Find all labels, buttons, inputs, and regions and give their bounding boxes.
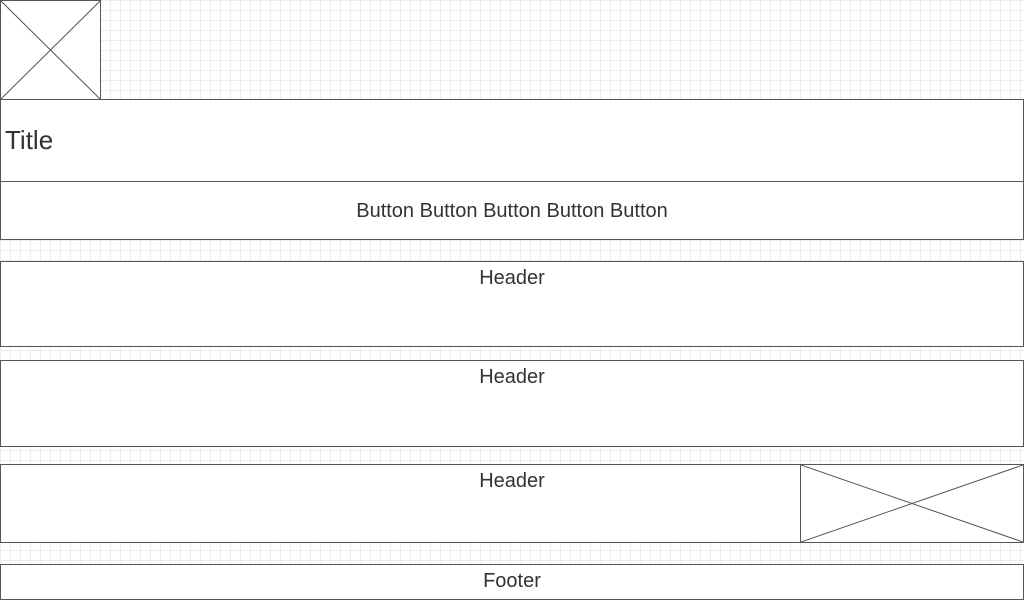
section-header-2: Header [479, 366, 545, 388]
content-section-2: Header [0, 360, 1024, 447]
wireframe-canvas: { "title": "Title", "nav": { "buttons": … [0, 0, 1024, 600]
nav-button-3[interactable]: Button [483, 199, 541, 223]
footer-label: Footer [483, 570, 541, 592]
nav-button-2[interactable]: Button [420, 199, 478, 223]
nav-bar: Button Button Button Button Button [0, 181, 1024, 240]
nav-button-4[interactable]: Button [547, 199, 605, 223]
section-3-image-placeholder-icon [800, 464, 1024, 543]
footer: Footer [0, 564, 1024, 600]
nav-button-group: Button Button Button Button Button [1, 199, 1023, 223]
nav-button-5[interactable]: Button [610, 199, 668, 223]
image-placeholder-icon [1, 1, 100, 99]
nav-button-1[interactable]: Button [356, 199, 414, 223]
section-header-1: Header [479, 267, 545, 289]
page-title: Title [5, 125, 54, 155]
image-placeholder-icon [801, 465, 1023, 542]
content-section-1: Header [0, 261, 1024, 347]
logo-image-placeholder-icon [0, 0, 101, 100]
title-bar: Title [0, 99, 1024, 182]
